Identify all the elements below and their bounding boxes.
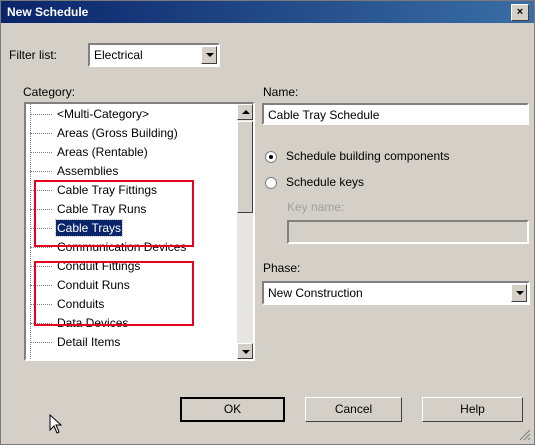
cancel-button[interactable]: Cancel (305, 397, 402, 422)
category-item-label: Detail Items (57, 335, 121, 349)
phase-dropdown[interactable]: New Construction (262, 281, 530, 305)
mouse-pointer-icon (49, 414, 63, 434)
filter-list-value: Electrical (94, 48, 143, 62)
category-item[interactable]: Areas (Rentable) (26, 143, 237, 162)
phase-label: Phase: (263, 261, 301, 275)
chevron-down-icon (242, 350, 250, 354)
category-item[interactable]: Areas (Gross Building) (26, 124, 237, 143)
tree-connector (30, 171, 52, 172)
tree-connector (30, 152, 52, 153)
name-value: Cable Tray Schedule (268, 108, 380, 122)
category-item[interactable]: Assemblies (26, 162, 237, 181)
category-scrollbar[interactable] (237, 104, 253, 359)
filter-list-label: Filter list: (9, 48, 57, 62)
chevron-up-icon (242, 110, 250, 114)
scroll-thumb[interactable] (237, 121, 253, 213)
dialog-title: New Schedule (7, 5, 89, 19)
key-name-label: Key name: (287, 200, 345, 214)
name-label: Name: (263, 85, 299, 99)
category-item-label: Assemblies (57, 164, 119, 178)
category-item-label: <Multi-Category> (57, 107, 150, 121)
schedule-components-label[interactable]: Schedule building components (286, 149, 449, 163)
category-item-label: Areas (Rentable) (57, 145, 148, 159)
filter-list-dropdown[interactable]: Electrical (88, 43, 220, 67)
name-field[interactable]: Cable Tray Schedule (262, 103, 529, 125)
radio-selected-dot (269, 155, 273, 159)
scroll-up-button[interactable] (237, 104, 253, 120)
filter-list-arrow[interactable] (201, 46, 217, 64)
resize-grip-icon[interactable] (519, 429, 531, 441)
schedule-components-radio[interactable] (265, 151, 277, 163)
scroll-down-button[interactable] (237, 343, 253, 359)
highlight-box-cable-tray (34, 180, 194, 247)
phase-value: New Construction (268, 286, 363, 300)
tree-connector (30, 133, 52, 134)
key-name-field (287, 220, 529, 244)
tree-connector (30, 247, 52, 248)
tree-connector (30, 342, 52, 343)
schedule-keys-label[interactable]: Schedule keys (286, 175, 364, 189)
chevron-down-icon (516, 291, 524, 295)
schedule-keys-radio[interactable] (265, 177, 277, 189)
category-item-label: Areas (Gross Building) (57, 126, 178, 140)
help-button[interactable]: Help (422, 397, 523, 422)
category-item[interactable]: Detail Items (26, 333, 237, 352)
category-label: Category: (23, 85, 76, 99)
tree-connector (30, 114, 52, 115)
ok-button[interactable]: OK (180, 397, 285, 422)
phase-dropdown-arrow[interactable] (511, 284, 527, 302)
chevron-down-icon (206, 53, 214, 57)
category-item[interactable]: <Multi-Category> (26, 105, 237, 124)
title-bar[interactable]: New Schedule × (1, 1, 534, 23)
close-icon[interactable]: × (511, 4, 529, 21)
highlight-box-conduit (34, 261, 194, 326)
new-schedule-dialog: New Schedule × Filter list: Electrical C… (0, 0, 535, 445)
